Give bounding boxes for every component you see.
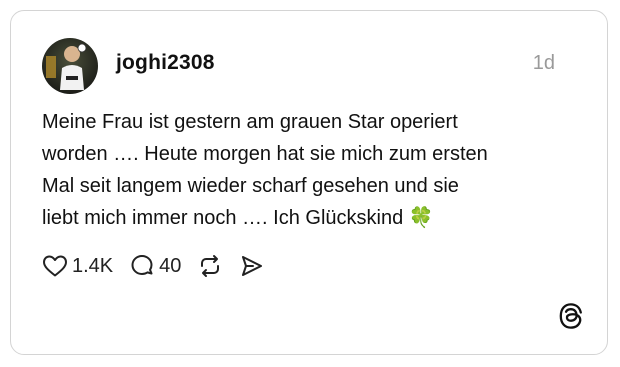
post-text-line: Meine Frau ist gestern am grauen Star op… [42,111,458,133]
like-count: 1.4K [72,254,114,277]
action-bar: 1.4K 40 [42,251,281,281]
comment-button[interactable]: 40 [129,253,181,279]
post-card: joghi2308 1d Meine Frau ist gestern am g… [10,10,608,355]
comment-icon [131,255,153,275]
username[interactable]: joghi2308 [116,51,215,75]
post-text: Meine Frau ist gestern am grauen Star op… [42,106,562,234]
share-button[interactable] [239,253,265,279]
avatar[interactable] [42,38,98,94]
heart-icon [43,255,67,277]
comment-count: 40 [159,254,182,277]
post-text-line: Mal seit langem wieder scharf gesehen un… [42,175,459,197]
repost-icon [201,255,220,277]
avatar-image [42,38,98,94]
post-text-line: liebt mich immer noch …. Ich Glückskind … [42,207,434,229]
share-icon [242,256,263,276]
post-text-line: worden …. Heute morgen hat sie mich zum … [42,143,488,165]
post-timestamp: 1d [532,52,555,74]
repost-button[interactable] [197,253,223,279]
like-button[interactable]: 1.4K [42,254,113,278]
threads-logo-icon[interactable] [557,302,585,330]
